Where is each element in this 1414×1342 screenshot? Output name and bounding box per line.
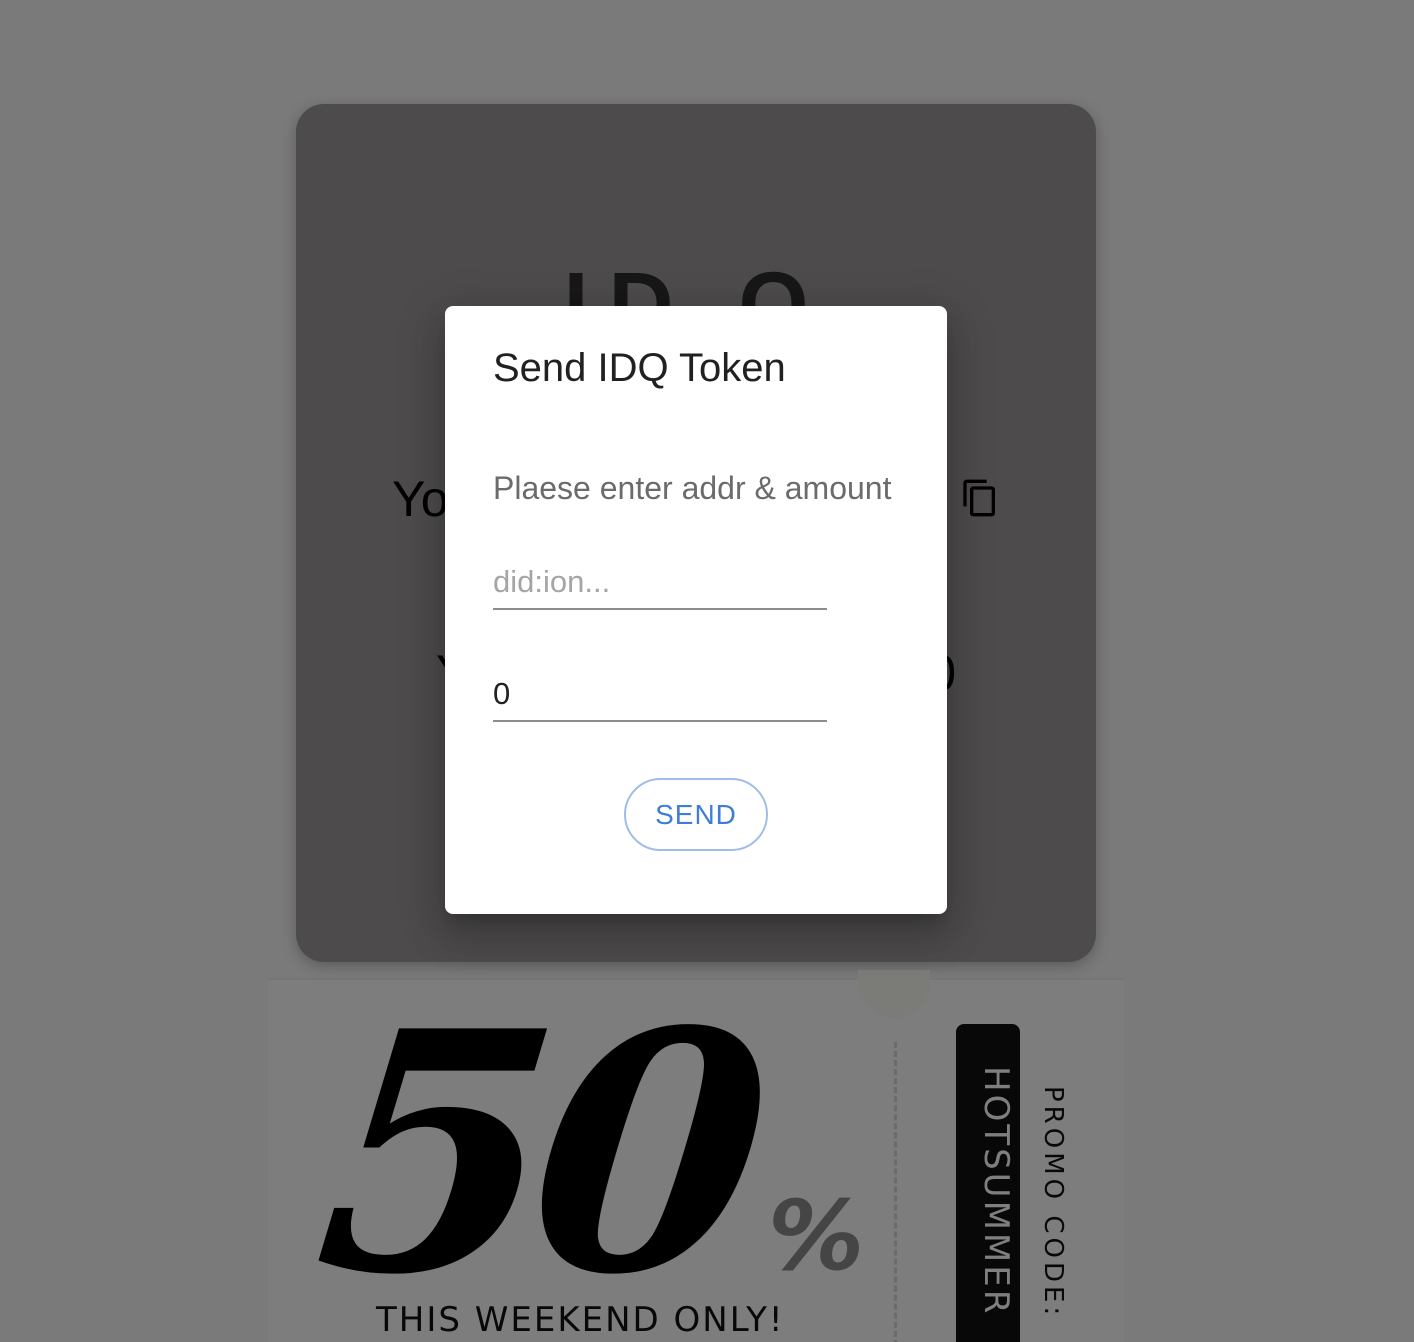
- dialog-title: Send IDQ Token: [493, 346, 786, 390]
- amount-field: [493, 670, 827, 722]
- address-input[interactable]: [493, 558, 827, 606]
- send-button[interactable]: SEND: [624, 778, 768, 851]
- amount-input[interactable]: [493, 670, 827, 718]
- send-token-dialog: Send IDQ Token Plaese enter addr & amoun…: [445, 306, 947, 914]
- address-field: [493, 558, 827, 610]
- dialog-instructions: Plaese enter addr & amount: [493, 470, 892, 506]
- page: ID Q You Y 0 50 % THIS WEEKEND ONLY! HOT…: [0, 0, 1414, 1342]
